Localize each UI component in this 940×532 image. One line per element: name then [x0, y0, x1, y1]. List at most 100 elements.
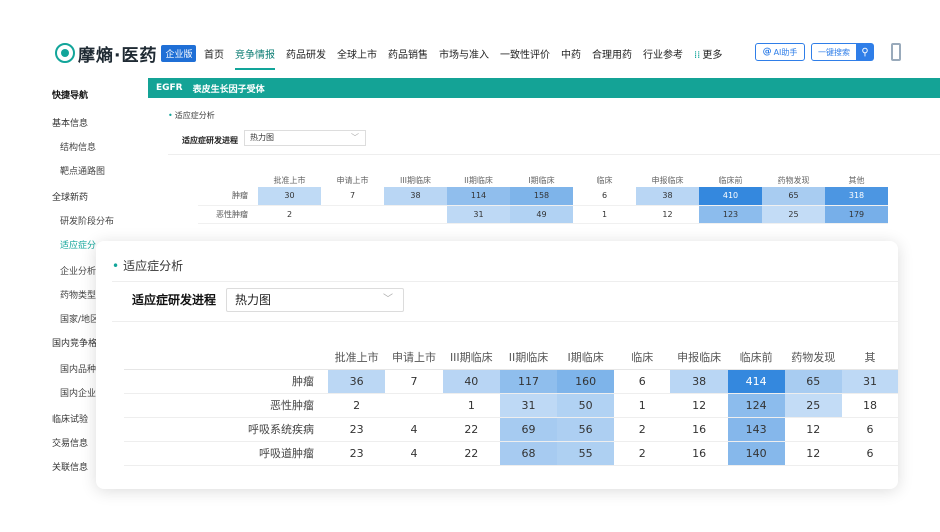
- heatmap-cell[interactable]: 124: [727, 393, 785, 418]
- sidebar-item[interactable]: 全球新药: [52, 190, 88, 203]
- heatmap-cell[interactable]: 56: [557, 417, 615, 442]
- heatmap-cell[interactable]: 12: [670, 393, 728, 418]
- heatmap-cell[interactable]: 143: [727, 417, 785, 442]
- heatmap-cell[interactable]: 117: [499, 369, 558, 394]
- sidebar-item[interactable]: 关联信息: [52, 460, 88, 473]
- sidebar-item[interactable]: 企业分析: [60, 264, 96, 277]
- nav-item[interactable]: 竞争情报: [235, 46, 275, 70]
- heatmap-cell[interactable]: 50: [557, 393, 615, 418]
- heatmap-cell[interactable]: [385, 393, 443, 418]
- sidebar-item[interactable]: 国内品种: [60, 362, 96, 375]
- heatmap-cell[interactable]: 31: [841, 369, 898, 394]
- heatmap-cell[interactable]: 160: [557, 369, 615, 394]
- heatmap-cell[interactable]: 65: [784, 369, 842, 394]
- nav-item[interactable]: 药品销售: [388, 46, 428, 61]
- heatmap-cell[interactable]: 16: [670, 417, 728, 442]
- heatmap-cell[interactable]: 69: [499, 417, 558, 442]
- heatmap-cell[interactable]: 179: [825, 205, 888, 224]
- side-panel-icon[interactable]: [891, 43, 901, 61]
- heatmap-cell[interactable]: 23: [327, 441, 386, 466]
- heatmap-cell[interactable]: 55: [557, 441, 615, 466]
- heatmap-cell[interactable]: 140: [727, 441, 785, 466]
- heatmap-cell[interactable]: 7: [385, 369, 443, 394]
- logo[interactable]: 摩熵·医药 企业版: [55, 40, 197, 66]
- heatmap-cell[interactable]: 30: [258, 187, 321, 206]
- heatmap-cell[interactable]: 65: [762, 187, 825, 206]
- heatmap-cell[interactable]: 23: [327, 417, 386, 442]
- heatmap-cell[interactable]: 2: [327, 393, 386, 418]
- nav-more[interactable]: ⁞⁞ 更多: [694, 46, 722, 61]
- sidebar-item[interactable]: 国家/地区: [60, 312, 99, 325]
- heatmap-cell[interactable]: 25: [762, 205, 825, 224]
- nav-item[interactable]: 中药: [561, 46, 581, 61]
- sidebar-item[interactable]: 结构信息: [60, 140, 96, 153]
- heatmap-cell[interactable]: 158: [510, 187, 573, 206]
- heatmap-cell[interactable]: 12: [784, 441, 842, 466]
- heatmap-cell[interactable]: 22: [442, 417, 500, 442]
- column-header: I期临床: [557, 345, 615, 370]
- heatmap-cell[interactable]: 2: [614, 417, 671, 442]
- view-mode-select[interactable]: 热力图 ﹀: [244, 130, 366, 146]
- heatmap-cell[interactable]: 6: [841, 417, 898, 442]
- nav-item[interactable]: 行业参考: [643, 46, 683, 61]
- heatmap-cell[interactable]: 68: [499, 441, 558, 466]
- heatmap-cell[interactable]: 12: [784, 417, 842, 442]
- column-header: II期临床: [464, 175, 493, 185]
- heatmap-cell[interactable]: 36: [327, 369, 386, 394]
- nav-item[interactable]: 合理用药: [592, 46, 632, 61]
- heatmap-cell[interactable]: 16: [670, 441, 728, 466]
- sidebar-item[interactable]: 基本信息: [52, 116, 88, 129]
- heatmap-cell[interactable]: 38: [384, 187, 447, 206]
- heatmap-cell[interactable]: 318: [825, 187, 888, 206]
- heatmap-cell[interactable]: 1: [442, 393, 500, 418]
- sidebar-item[interactable]: 适应症分: [60, 238, 96, 251]
- zoom-view-mode-select[interactable]: 热力图 ﹀: [226, 288, 404, 312]
- search-icon[interactable]: ⚲: [856, 43, 874, 61]
- heatmap-cell[interactable]: 49: [510, 205, 573, 224]
- heatmap-cell[interactable]: 40: [442, 369, 500, 394]
- heatmap-cell[interactable]: 38: [636, 187, 699, 206]
- heatmap-cell[interactable]: 410: [699, 187, 762, 206]
- heatmap-cell[interactable]: 25: [784, 393, 842, 418]
- heatmap-cell[interactable]: 4: [385, 417, 443, 442]
- heatmap-cell[interactable]: 6: [841, 441, 898, 466]
- heatmap-cell[interactable]: 414: [727, 369, 785, 394]
- heatmap-cell[interactable]: 4: [385, 441, 443, 466]
- sidebar-item[interactable]: 国内企业: [60, 386, 96, 399]
- column-header: 临床前: [727, 345, 785, 370]
- heatmap-cell[interactable]: 114: [447, 187, 510, 206]
- sidebar-item[interactable]: 靶点通路图: [60, 164, 105, 177]
- heatmap-cell[interactable]: 31: [447, 205, 510, 224]
- sidebar-item[interactable]: 药物类型: [60, 288, 96, 301]
- heatmap-cell[interactable]: [384, 205, 447, 224]
- heatmap-cell[interactable]: 1: [614, 393, 671, 418]
- heatmap-cell[interactable]: 2: [258, 205, 321, 224]
- sidebar-item[interactable]: 国内竞争格: [52, 336, 97, 349]
- nav-item[interactable]: 一致性评价: [500, 46, 550, 61]
- heatmap-cell[interactable]: 22: [442, 441, 500, 466]
- nav-item[interactable]: 药品研发: [286, 46, 326, 61]
- sidebar-item[interactable]: 临床试验: [52, 412, 88, 425]
- heatmap-cell[interactable]: 38: [670, 369, 728, 394]
- sidebar-item[interactable]: 交易信息: [52, 436, 88, 449]
- divider: [112, 281, 898, 282]
- heatmap-cell[interactable]: 18: [841, 393, 898, 418]
- heatmap-cell[interactable]: 123: [699, 205, 762, 224]
- heatmap-cell[interactable]: 1: [573, 205, 636, 224]
- heatmap-cell[interactable]: 6: [614, 369, 671, 394]
- heatmap-cell[interactable]: 12: [636, 205, 699, 224]
- nav-item[interactable]: 全球上市: [337, 46, 377, 61]
- one-click-search-button[interactable]: 一键搜索: [811, 43, 857, 61]
- heatmap-cell[interactable]: 31: [499, 393, 558, 418]
- heatmap-cell[interactable]: 6: [573, 187, 636, 206]
- nav-item[interactable]: 市场与准入: [439, 46, 489, 61]
- table-row: 肿瘤 36 7 40 117 160 6 38 414 65 31: [124, 369, 898, 394]
- nav-item[interactable]: 首页: [204, 46, 224, 61]
- heatmap-cell[interactable]: 2: [614, 441, 671, 466]
- heatmap-cell[interactable]: [321, 205, 384, 224]
- sidebar-item[interactable]: 研发阶段分布: [60, 214, 114, 227]
- ai-assistant-button[interactable]: @ AI助手: [755, 43, 805, 61]
- row-label: 肿瘤: [124, 369, 328, 394]
- sidebar-item[interactable]: 快捷导航: [52, 88, 88, 101]
- heatmap-cell[interactable]: 7: [321, 187, 384, 206]
